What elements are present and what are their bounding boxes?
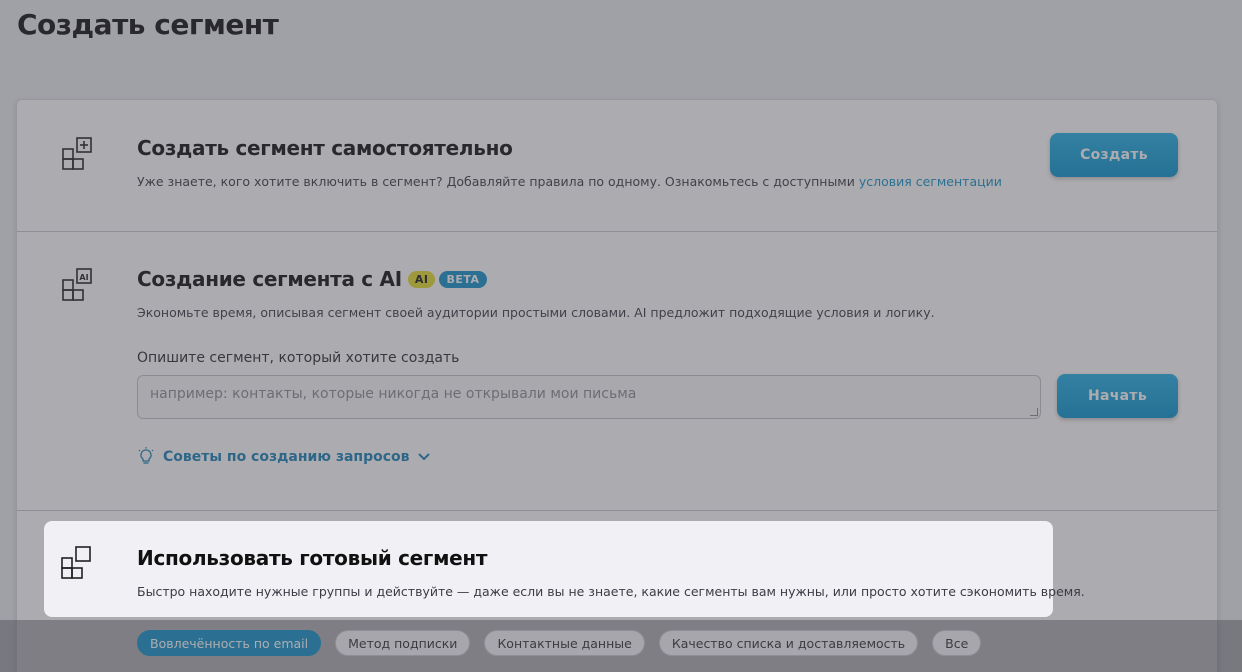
divider xyxy=(17,231,1217,232)
segment-description-label: Опишите сегмент, который хотите создать xyxy=(137,350,460,366)
ai-section-title: Создание сегмента с AI AI BETA xyxy=(137,267,487,291)
ready-section-title: Использовать готовый сегмент xyxy=(137,546,488,570)
resize-handle-icon[interactable] xyxy=(1030,408,1038,416)
chip-all[interactable]: Все xyxy=(932,630,982,656)
svg-text:AI: AI xyxy=(79,273,88,282)
ai-badge: AI xyxy=(407,271,436,288)
segmentation-conditions-link[interactable]: условия сегментации xyxy=(859,174,1002,189)
tips-label: Советы по созданию запросов xyxy=(163,449,410,465)
page-title: Создать сегмент xyxy=(17,8,279,41)
chip-subscription-method[interactable]: Метод подписки xyxy=(335,630,471,656)
manual-section-title: Создать сегмент самостоятельно xyxy=(137,136,513,160)
manual-section-description: Уже знаете, кого хотите включить в сегме… xyxy=(137,174,1002,189)
segment-description-input[interactable]: например: контакты, которые никогда не о… xyxy=(137,375,1041,419)
beta-badge: BETA xyxy=(439,271,487,288)
ready-segment-highlight: Использовать готовый сегмент Быстро нахо… xyxy=(44,521,1085,617)
ai-section-description: Экономьте время, описывая сегмент своей … xyxy=(137,305,935,320)
grid-plus-icon xyxy=(62,137,92,170)
chip-email-engagement[interactable]: Вовлечённость по email xyxy=(137,630,322,656)
ready-section-description: Быстро находите нужные группы и действуй… xyxy=(137,584,1085,599)
grid-ai-icon: AI xyxy=(62,268,92,301)
chevron-down-icon xyxy=(417,453,430,461)
chip-contact-data[interactable]: Контактные данные xyxy=(484,630,645,656)
segment-category-chips: Вовлечённость по email Метод подписки Ко… xyxy=(137,630,982,656)
start-button[interactable]: Начать xyxy=(1057,374,1178,418)
tips-toggle[interactable]: Советы по созданию запросов xyxy=(137,447,430,467)
divider xyxy=(17,510,1217,511)
create-button[interactable]: Создать xyxy=(1050,133,1178,177)
grid-squares-icon xyxy=(61,546,91,579)
segment-description-placeholder: например: контакты, которые никогда не о… xyxy=(150,386,637,402)
chip-list-quality[interactable]: Качество списка и доставляемость xyxy=(658,630,919,656)
lightbulb-icon xyxy=(138,447,154,464)
